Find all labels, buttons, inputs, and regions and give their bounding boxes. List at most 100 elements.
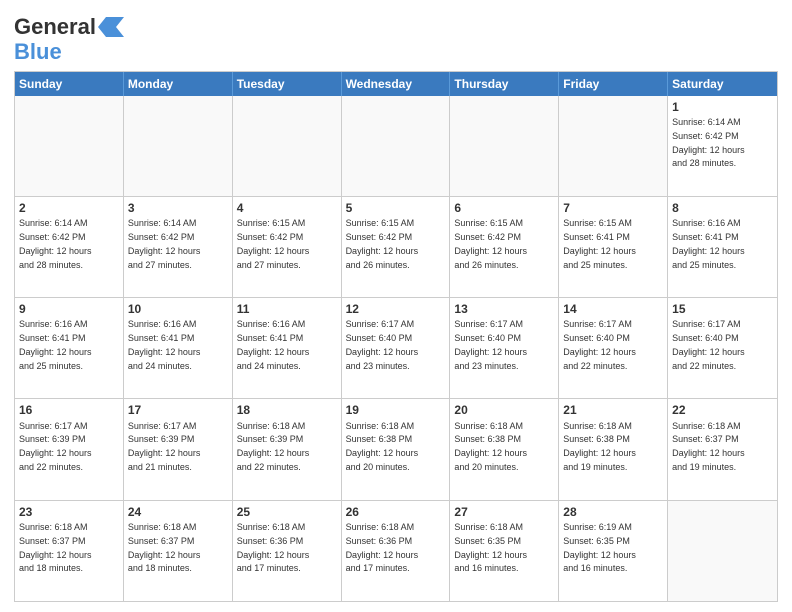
day-number: 7 — [563, 200, 663, 216]
day-info: Sunrise: 6:15 AMSunset: 6:41 PMDaylight:… — [563, 218, 636, 269]
day-info: Sunrise: 6:17 AMSunset: 6:39 PMDaylight:… — [128, 421, 201, 472]
day-header-saturday: Saturday — [668, 72, 777, 96]
day-info: Sunrise: 6:18 AMSunset: 6:35 PMDaylight:… — [454, 522, 527, 573]
day-header-monday: Monday — [124, 72, 233, 96]
day-number: 15 — [672, 301, 773, 317]
day-number: 20 — [454, 402, 554, 418]
day-cell-27: 27 Sunrise: 6:18 AMSunset: 6:35 PMDayligh… — [450, 501, 559, 601]
day-number: 2 — [19, 200, 119, 216]
day-number: 18 — [237, 402, 337, 418]
day-info: Sunrise: 6:15 AMSunset: 6:42 PMDaylight:… — [454, 218, 527, 269]
day-number: 10 — [128, 301, 228, 317]
day-cell-6: 6 Sunrise: 6:15 AMSunset: 6:42 PMDaylight… — [450, 197, 559, 297]
day-cell-26: 26 Sunrise: 6:18 AMSunset: 6:36 PMDayligh… — [342, 501, 451, 601]
day-info: Sunrise: 6:18 AMSunset: 6:36 PMDaylight:… — [346, 522, 419, 573]
empty-cell — [233, 96, 342, 196]
logo: General Blue — [14, 14, 124, 65]
day-number: 3 — [128, 200, 228, 216]
day-cell-15: 15 Sunrise: 6:17 AMSunset: 6:40 PMDayligh… — [668, 298, 777, 398]
calendar-header: SundayMondayTuesdayWednesdayThursdayFrid… — [15, 72, 777, 96]
day-number: 17 — [128, 402, 228, 418]
day-info: Sunrise: 6:19 AMSunset: 6:35 PMDaylight:… — [563, 522, 636, 573]
calendar-row-3: 9 Sunrise: 6:16 AMSunset: 6:41 PMDaylight… — [15, 297, 777, 398]
day-cell-5: 5 Sunrise: 6:15 AMSunset: 6:42 PMDaylight… — [342, 197, 451, 297]
day-cell-24: 24 Sunrise: 6:18 AMSunset: 6:37 PMDayligh… — [124, 501, 233, 601]
day-number: 19 — [346, 402, 446, 418]
day-number: 24 — [128, 504, 228, 520]
day-info: Sunrise: 6:16 AMSunset: 6:41 PMDaylight:… — [237, 319, 310, 370]
day-number: 22 — [672, 402, 773, 418]
day-header-sunday: Sunday — [15, 72, 124, 96]
day-info: Sunrise: 6:18 AMSunset: 6:39 PMDaylight:… — [237, 421, 310, 472]
day-header-friday: Friday — [559, 72, 668, 96]
day-number: 11 — [237, 301, 337, 317]
day-info: Sunrise: 6:16 AMSunset: 6:41 PMDaylight:… — [128, 319, 201, 370]
logo-icon — [98, 17, 124, 37]
day-info: Sunrise: 6:17 AMSunset: 6:40 PMDaylight:… — [454, 319, 527, 370]
day-number: 8 — [672, 200, 773, 216]
day-cell-3: 3 Sunrise: 6:14 AMSunset: 6:42 PMDaylight… — [124, 197, 233, 297]
day-number: 6 — [454, 200, 554, 216]
day-info: Sunrise: 6:18 AMSunset: 6:37 PMDaylight:… — [128, 522, 201, 573]
day-cell-18: 18 Sunrise: 6:18 AMSunset: 6:39 PMDayligh… — [233, 399, 342, 499]
day-header-wednesday: Wednesday — [342, 72, 451, 96]
calendar-body: 1 Sunrise: 6:14 AMSunset: 6:42 PMDaylight… — [15, 96, 777, 601]
day-cell-19: 19 Sunrise: 6:18 AMSunset: 6:38 PMDayligh… — [342, 399, 451, 499]
empty-cell — [559, 96, 668, 196]
day-number: 12 — [346, 301, 446, 317]
day-info: Sunrise: 6:14 AMSunset: 6:42 PMDaylight:… — [672, 117, 745, 168]
day-info: Sunrise: 6:14 AMSunset: 6:42 PMDaylight:… — [19, 218, 92, 269]
day-info: Sunrise: 6:18 AMSunset: 6:36 PMDaylight:… — [237, 522, 310, 573]
day-cell-4: 4Sunrise: 6:15 AMSunset: 6:42 PMDaylight… — [233, 197, 342, 297]
day-number: 5 — [346, 200, 446, 216]
calendar-row-2: 2 Sunrise: 6:14 AMSunset: 6:42 PMDaylight… — [15, 196, 777, 297]
day-cell-8: 8 Sunrise: 6:16 AMSunset: 6:41 PMDaylight… — [668, 197, 777, 297]
day-info: Sunrise: 6:14 AMSunset: 6:42 PMDaylight:… — [128, 218, 201, 269]
day-header-tuesday: Tuesday — [233, 72, 342, 96]
day-info: Sunrise: 6:18 AMSunset: 6:37 PMDaylight:… — [19, 522, 92, 573]
day-cell-14: 14Sunrise: 6:17 AMSunset: 6:40 PMDayligh… — [559, 298, 668, 398]
empty-cell — [450, 96, 559, 196]
day-cell-23: 23 Sunrise: 6:18 AMSunset: 6:37 PMDayligh… — [15, 501, 124, 601]
day-info: Sunrise: 6:18 AMSunset: 6:38 PMDaylight:… — [563, 421, 636, 472]
day-cell-9: 9 Sunrise: 6:16 AMSunset: 6:41 PMDaylight… — [15, 298, 124, 398]
day-cell-2: 2 Sunrise: 6:14 AMSunset: 6:42 PMDaylight… — [15, 197, 124, 297]
calendar-row-1: 1 Sunrise: 6:14 AMSunset: 6:42 PMDaylight… — [15, 96, 777, 196]
day-number: 1 — [672, 99, 773, 115]
header: General Blue — [14, 10, 778, 65]
day-info: Sunrise: 6:18 AMSunset: 6:38 PMDaylight:… — [346, 421, 419, 472]
day-number: 13 — [454, 301, 554, 317]
day-cell-11: 11 Sunrise: 6:16 AMSunset: 6:41 PMDayligh… — [233, 298, 342, 398]
day-number: 28 — [563, 504, 663, 520]
day-number: 9 — [19, 301, 119, 317]
day-number: 23 — [19, 504, 119, 520]
day-header-thursday: Thursday — [450, 72, 559, 96]
day-info: Sunrise: 6:15 AMSunset: 6:42 PMDaylight:… — [346, 218, 419, 269]
day-cell-12: 12 Sunrise: 6:17 AMSunset: 6:40 PMDayligh… — [342, 298, 451, 398]
calendar: SundayMondayTuesdayWednesdayThursdayFrid… — [14, 71, 778, 602]
day-cell-21: 21 Sunrise: 6:18 AMSunset: 6:38 PMDayligh… — [559, 399, 668, 499]
day-cell-17: 17 Sunrise: 6:17 AMSunset: 6:39 PMDayligh… — [124, 399, 233, 499]
day-number: 27 — [454, 504, 554, 520]
day-info: Sunrise: 6:17 AMSunset: 6:40 PMDaylight:… — [346, 319, 419, 370]
day-cell-20: 20 Sunrise: 6:18 AMSunset: 6:38 PMDayligh… — [450, 399, 559, 499]
day-info: Sunrise: 6:18 AMSunset: 6:37 PMDaylight:… — [672, 421, 745, 472]
day-cell-25: 25Sunrise: 6:18 AMSunset: 6:36 PMDayligh… — [233, 501, 342, 601]
day-cell-22: 22 Sunrise: 6:18 AMSunset: 6:37 PMDayligh… — [668, 399, 777, 499]
day-number: 21 — [563, 402, 663, 418]
day-info: Sunrise: 6:16 AMSunset: 6:41 PMDaylight:… — [672, 218, 745, 269]
empty-cell — [668, 501, 777, 601]
empty-cell — [342, 96, 451, 196]
day-number: 26 — [346, 504, 446, 520]
day-cell-7: 7 Sunrise: 6:15 AMSunset: 6:41 PMDaylight… — [559, 197, 668, 297]
calendar-page: General Blue SundayMondayTuesdayWednesda… — [0, 0, 792, 612]
day-cell-28: 28 Sunrise: 6:19 AMSunset: 6:35 PMDayligh… — [559, 501, 668, 601]
day-info: Sunrise: 6:17 AMSunset: 6:40 PMDaylight:… — [672, 319, 745, 370]
day-info: Sunrise: 6:16 AMSunset: 6:41 PMDaylight:… — [19, 319, 92, 370]
empty-cell — [124, 96, 233, 196]
day-cell-13: 13 Sunrise: 6:17 AMSunset: 6:40 PMDayligh… — [450, 298, 559, 398]
day-number: 4 — [237, 200, 337, 216]
day-info: Sunrise: 6:18 AMSunset: 6:38 PMDaylight:… — [454, 421, 527, 472]
day-number: 16 — [19, 402, 119, 418]
day-cell-1: 1 Sunrise: 6:14 AMSunset: 6:42 PMDaylight… — [668, 96, 777, 196]
